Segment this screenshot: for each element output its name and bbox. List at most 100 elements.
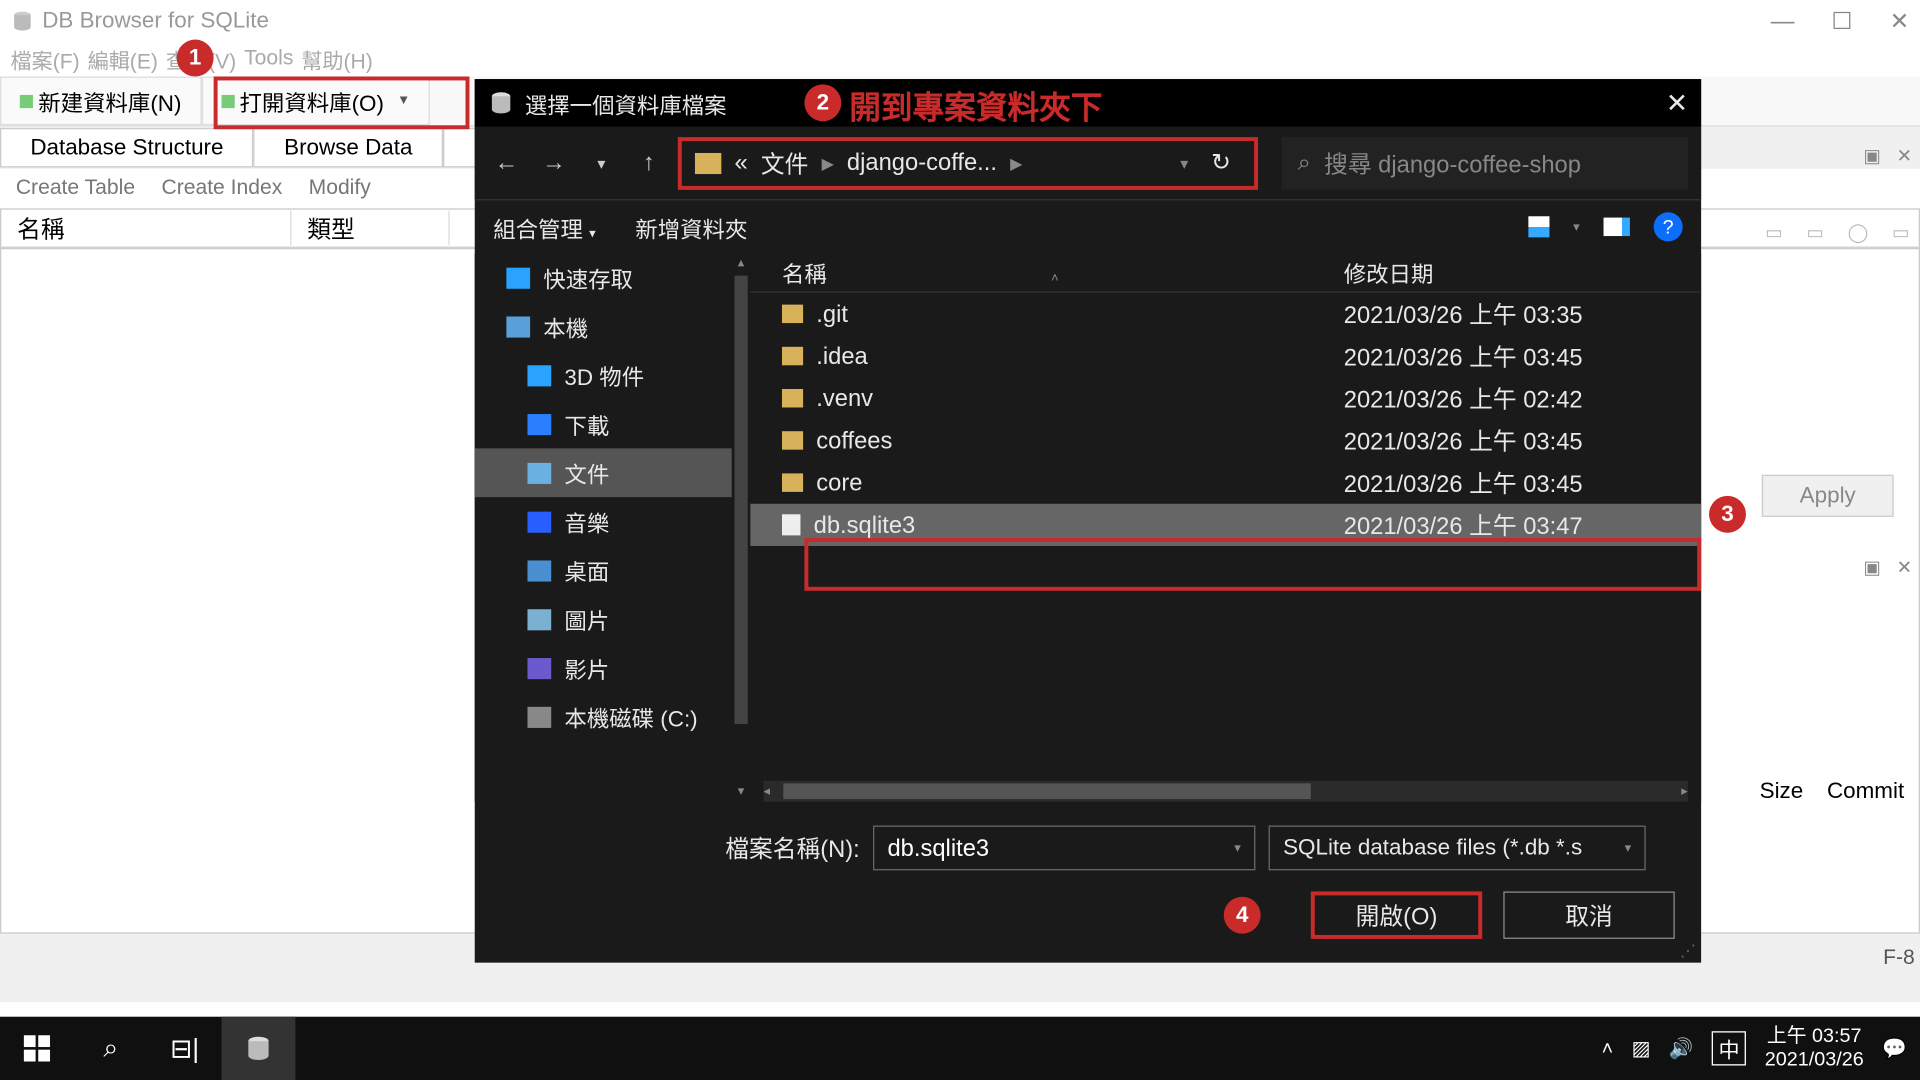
cancel-button[interactable]: 取消: [1503, 891, 1674, 938]
sidebar-item[interactable]: 文件: [475, 448, 732, 497]
folder-icon: [782, 473, 803, 491]
search-button[interactable]: ⌕: [74, 1017, 148, 1080]
ime-indicator[interactable]: 中: [1712, 1031, 1746, 1065]
folder-icon: [527, 413, 551, 434]
chevron-down-icon[interactable]: ▾: [1180, 154, 1188, 172]
start-button[interactable]: [0, 1017, 74, 1080]
sidebar-item[interactable]: 桌面: [475, 546, 732, 595]
folder-icon: [527, 657, 551, 678]
menu-edit[interactable]: 編輯(E): [88, 44, 158, 76]
file-row[interactable]: db.sqlite32021/03/26 上午 03:47: [750, 504, 1701, 546]
tab-browse-data[interactable]: Browse Data: [254, 128, 443, 168]
create-table-button[interactable]: Create Table: [16, 177, 135, 201]
new-database-button[interactable]: 新建資料庫(N): [0, 76, 201, 125]
panel-icon[interactable]: ▭: [1765, 222, 1782, 244]
panel-icon[interactable]: ▭: [1806, 222, 1823, 244]
sidebar-item[interactable]: 本機: [475, 302, 732, 351]
resize-grip-icon[interactable]: ⋰: [1680, 942, 1696, 960]
menu-help[interactable]: 幫助(H): [301, 44, 372, 76]
window-title: DB Browser for SQLite: [42, 8, 269, 34]
sidebar-item[interactable]: 快速存取: [475, 253, 732, 302]
folder-icon: [782, 431, 803, 449]
nav-forward-button[interactable]: →: [535, 149, 572, 177]
col-name[interactable]: 名稱: [1, 211, 291, 245]
menu-file[interactable]: 檔案(F): [11, 44, 80, 76]
taskbar: ⌕ ⊟| ˄ ▨ 🔊 中 上午 03:57 2021/03/26 💬: [0, 1017, 1920, 1080]
sidebar-item[interactable]: 本機磁碟 (C:): [475, 692, 732, 741]
create-index-button[interactable]: Create Index: [161, 177, 282, 201]
chevron-right-icon: ▶: [1010, 154, 1022, 172]
close-icon[interactable]: ✕: [1897, 145, 1912, 167]
refresh-button[interactable]: ↻: [1201, 149, 1241, 177]
help-button[interactable]: ?: [1654, 212, 1683, 241]
network-icon[interactable]: ▨: [1632, 1036, 1651, 1060]
file-list: 名稱˄ 修改日期 .git2021/03/26 上午 03:35.idea202…: [750, 253, 1701, 802]
annotation-step-3: 3: [1709, 496, 1746, 533]
filename-label: 檔案名稱(N):: [725, 831, 860, 865]
preview-pane-button[interactable]: [1604, 218, 1630, 236]
file-row[interactable]: .idea2021/03/26 上午 03:45: [750, 335, 1701, 377]
nav-up-button[interactable]: ↑: [630, 149, 667, 177]
file-type-filter[interactable]: SQLite database files (*.db *.s▾: [1269, 826, 1646, 871]
col-type[interactable]: 類型: [291, 211, 449, 245]
search-icon: ⌕: [1298, 149, 1311, 177]
folder-icon: [695, 152, 721, 173]
menu-tools[interactable]: Tools: [244, 47, 293, 71]
folder-icon: [782, 347, 803, 365]
tray-chevron-icon[interactable]: ˄: [1602, 1037, 1614, 1059]
dialog-sidebar: 快速存取本機3D 物件下載文件音樂桌面圖片影片本機磁碟 (C:): [475, 253, 732, 802]
clock[interactable]: 上午 03:57 2021/03/26: [1765, 1025, 1864, 1072]
file-row[interactable]: coffees2021/03/26 上午 03:45: [750, 419, 1701, 461]
database-icon: [11, 9, 35, 33]
filename-input[interactable]: db.sqlite3▾: [873, 826, 1255, 871]
dialog-bottom: 檔案名稱(N): db.sqlite3▾ SQLite database fil…: [475, 802, 1701, 963]
sidebar-item[interactable]: 下載: [475, 400, 732, 449]
search-input[interactable]: ⌕ 搜尋 django-coffee-shop: [1282, 136, 1688, 189]
taskbar-db-browser[interactable]: [222, 1017, 296, 1080]
remote-columns: Size Commit: [1760, 778, 1905, 804]
folder-icon: [782, 389, 803, 407]
modify-button[interactable]: Modify: [309, 177, 371, 201]
crumb-project[interactable]: django-coffe...: [847, 149, 997, 177]
col-header-name[interactable]: 名稱˄: [750, 256, 1343, 289]
close-button[interactable]: ✕: [1890, 7, 1910, 35]
file-open-dialog: 選擇一個資料庫檔案 ✕ ← → ▾ ↑ « 文件 ▶ django-coffe.…: [475, 79, 1701, 963]
volume-icon[interactable]: 🔊: [1669, 1036, 1694, 1060]
minimize-button[interactable]: —: [1771, 7, 1795, 35]
apply-button[interactable]: Apply: [1762, 475, 1894, 517]
panel-icon[interactable]: ▭: [1892, 222, 1909, 244]
open-database-button[interactable]: 打開資料庫(O)▼: [201, 76, 430, 125]
sidebar-scrollbar[interactable]: [735, 276, 748, 724]
sidebar-item[interactable]: 影片: [475, 644, 732, 693]
organize-button[interactable]: 組合管理 ▾: [493, 210, 596, 243]
file-row[interactable]: .venv2021/03/26 上午 02:42: [750, 377, 1701, 419]
col-header-date[interactable]: 修改日期: [1344, 256, 1434, 289]
sidebar-item[interactable]: 3D 物件: [475, 351, 732, 400]
notifications-icon[interactable]: 💬: [1882, 1036, 1907, 1060]
tab-db-structure[interactable]: Database Structure: [0, 128, 254, 168]
file-row[interactable]: .git2021/03/26 上午 03:35: [750, 293, 1701, 335]
chevron-right-icon: ▶: [822, 154, 834, 172]
view-mode-button[interactable]: [1528, 216, 1549, 237]
titlebar: DB Browser for SQLite — ☐ ✕: [0, 0, 1920, 42]
close-icon[interactable]: ✕: [1897, 556, 1912, 578]
horizontal-scrollbar[interactable]: ◂ ▸: [764, 781, 1688, 802]
open-button[interactable]: 開啟(O): [1311, 891, 1482, 938]
annotation-step-4: 4: [1224, 897, 1261, 934]
new-folder-button[interactable]: 新增資料夾: [635, 210, 747, 243]
dialog-toolbar: 組合管理 ▾ 新增資料夾 ▾ ?: [475, 200, 1701, 253]
dialog-close-button[interactable]: ✕: [1666, 86, 1688, 119]
task-view-button[interactable]: ⊟|: [148, 1017, 222, 1080]
restore-icon[interactable]: ▣: [1863, 145, 1880, 167]
sidebar-item[interactable]: 音樂: [475, 497, 732, 546]
panel-icon[interactable]: ◯: [1848, 222, 1869, 244]
sidebar-item[interactable]: 圖片: [475, 595, 732, 644]
nav-recent-button[interactable]: ▾: [583, 154, 620, 172]
file-row[interactable]: core2021/03/26 上午 03:45: [750, 462, 1701, 504]
crumb-documents[interactable]: 文件: [761, 146, 808, 180]
maximize-button[interactable]: ☐: [1831, 7, 1852, 35]
folder-icon: [527, 365, 551, 386]
nav-back-button[interactable]: ←: [488, 149, 525, 177]
breadcrumb[interactable]: « 文件 ▶ django-coffe... ▶ ▾ ↻: [678, 136, 1258, 189]
restore-icon[interactable]: ▣: [1863, 556, 1880, 578]
